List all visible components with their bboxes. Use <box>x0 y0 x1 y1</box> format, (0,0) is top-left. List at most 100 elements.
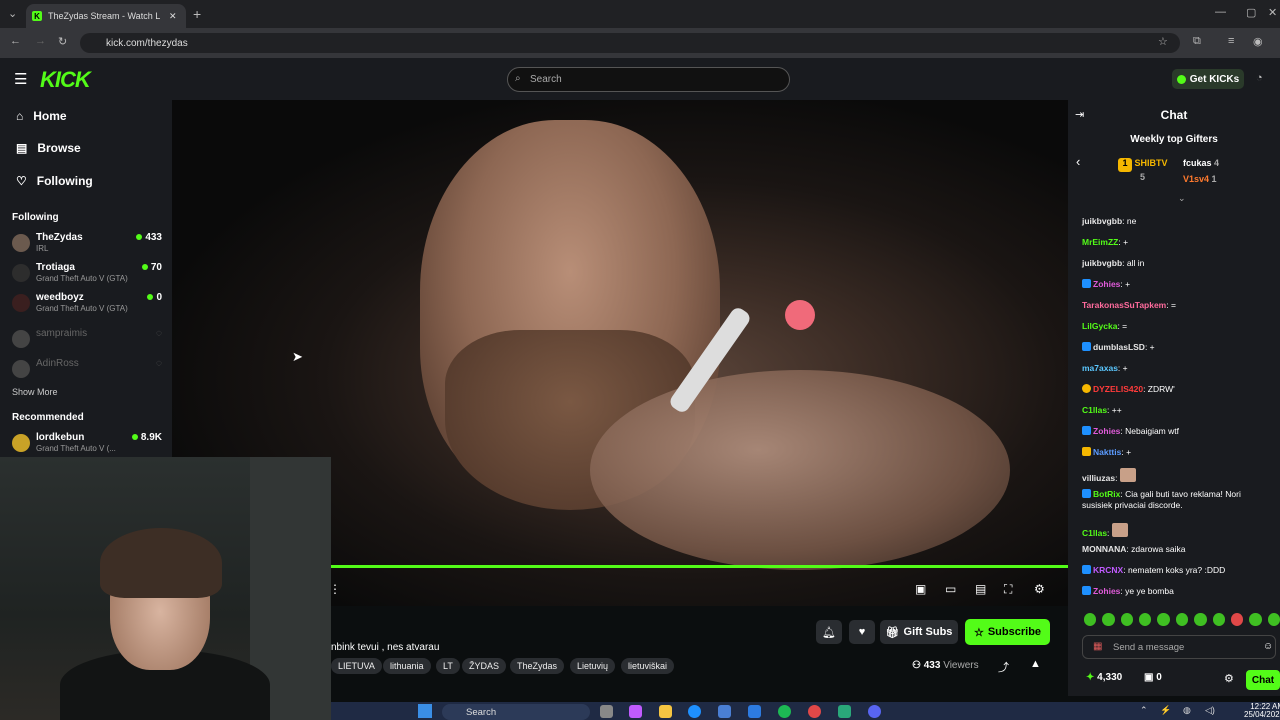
task-view-icon[interactable] <box>600 705 613 718</box>
close-window-icon[interactable]: ✕ <box>1268 6 1277 19</box>
chrome-icon[interactable] <box>808 705 821 718</box>
gift-subs-button[interactable]: 🎁︎ Gift Subs <box>880 620 958 644</box>
profile-icon[interactable]: ◉ <box>1253 35 1263 48</box>
copilot-icon[interactable] <box>629 705 642 718</box>
tag-chip[interactable]: lietuviškai <box>621 658 675 674</box>
search-placeholder: Search <box>530 74 562 85</box>
back-icon[interactable]: ← <box>10 35 21 47</box>
gifter-entry[interactable]: fcukas 4 <box>1183 158 1219 168</box>
emoji-picker-icon[interactable]: ☺ <box>1263 641 1273 652</box>
expand-gifters-icon[interactable]: ⌄ <box>1178 193 1186 204</box>
emote-icon[interactable] <box>1139 613 1152 626</box>
emote-icon[interactable] <box>1120 613 1134 626</box>
follow-button[interactable]: ♥ <box>849 620 875 644</box>
recommended-channel-lordkebun[interactable]: lordkebun Grand Theft Auto V (... 8.9K <box>12 432 162 458</box>
emote-icon[interactable] <box>1102 613 1115 626</box>
tag-chip[interactable]: TheZydas <box>510 658 565 674</box>
edge-icon[interactable] <box>688 705 701 718</box>
points-icon: ✦ <box>1086 672 1095 683</box>
address-bar[interactable]: kick.com/thezydas <box>80 33 1180 53</box>
emote-bar[interactable] <box>1084 613 1280 627</box>
search-input[interactable]: Search <box>507 67 790 92</box>
video-progress-bar[interactable] <box>331 565 1068 568</box>
extensions-icon[interactable]: ⧉ <box>1193 35 1201 48</box>
tag-chip[interactable]: ŽYDAS <box>462 658 507 674</box>
discord-icon[interactable] <box>868 705 881 718</box>
store-icon[interactable] <box>718 705 731 718</box>
miniplayer-icon[interactable]: ▣ <box>915 582 926 596</box>
tab-list-icon[interactable]: ⌄ <box>8 7 17 20</box>
tag-chip[interactable]: LIETUVA <box>331 658 382 674</box>
kick-logo[interactable]: KICK <box>40 67 91 93</box>
channel-points[interactable]: ✦ 4,330 <box>1086 672 1122 683</box>
following-channel-thezydas[interactable]: TheZydas IRL 433 <box>12 232 162 258</box>
bookmark-star-icon[interactable]: ☆ <box>1158 35 1168 48</box>
chevron-left-icon[interactable]: ‹ <box>1076 154 1080 169</box>
emote-icon[interactable] <box>1212 613 1225 626</box>
get-kicks-button[interactable]: Get KICKs <box>1172 69 1244 89</box>
chat-message: BotRix: Cia gali buti tavo reklama! Nori… <box>1082 489 1241 510</box>
minimize-icon[interactable]: — <box>1215 6 1226 18</box>
emote-icon[interactable] <box>1175 613 1189 626</box>
menu-icon[interactable]: ☰ <box>14 70 27 88</box>
sidebar-item-browse[interactable]: ▤ Browse <box>16 141 81 155</box>
home-label: Home <box>33 109 67 123</box>
spotify-icon[interactable] <box>778 705 791 718</box>
following-channel-adinross[interactable]: AdinRoss ◌ <box>12 358 162 384</box>
app-icon[interactable] <box>838 705 851 718</box>
tag-chip[interactable]: lithuania <box>383 658 431 674</box>
emote-icon[interactable] <box>1267 613 1280 626</box>
browser-tab[interactable]: K TheZydas Stream - Watch L ✕ <box>26 4 186 28</box>
sidebar-item-following[interactable]: ♡ Following <box>16 174 93 188</box>
tag-chip[interactable]: Lietuvių <box>570 658 616 674</box>
gifter-entry[interactable]: 1 SHIBTV <box>1118 158 1168 172</box>
microphone-icon[interactable]: ◍ <box>1183 705 1191 716</box>
subscribe-button[interactable]: ☆ Subscribe <box>965 619 1050 645</box>
show-more-link[interactable]: Show More <box>12 387 58 397</box>
tag-chip[interactable]: LT <box>436 658 460 674</box>
clip-icon[interactable]: ▭ <box>945 582 956 596</box>
notification-bell-button[interactable]: 🔔︎ <box>816 620 842 644</box>
taskbar-clock[interactable]: 12:22 AM 25/04/2025 <box>1244 703 1280 719</box>
windows-start-icon[interactable] <box>418 704 432 718</box>
file-explorer-icon[interactable] <box>659 705 672 718</box>
avatar <box>12 330 30 348</box>
search-icon: ⌕ <box>515 73 521 84</box>
volume-icon[interactable]: ◁) <box>1205 705 1215 716</box>
following-channel-trotiaga[interactable]: Trotiaga Grand Theft Auto V (GTA) 70 <box>12 262 162 288</box>
emote-icon[interactable] <box>1084 613 1097 626</box>
gifter-entry[interactable]: V1sv4 1 <box>1183 174 1217 184</box>
heart-icon: ♥ <box>858 626 866 638</box>
sidebar-panel-icon[interactable]: ≡ <box>1228 35 1234 47</box>
streamer-video-pen-tip <box>785 300 815 330</box>
network-icon[interactable]: ⚡ <box>1160 705 1171 716</box>
channel-category: Grand Theft Auto V (GTA) <box>36 304 128 313</box>
tray-overflow-icon[interactable]: ⌃ <box>1140 705 1148 716</box>
new-tab-icon[interactable]: + <box>193 6 201 22</box>
mail-icon[interactable] <box>748 705 761 718</box>
user-menu-icon[interactable]: ◔ <box>1256 72 1263 84</box>
emote-icon[interactable] <box>1230 613 1244 626</box>
share-icon[interactable]: ⤴ <box>998 659 1009 675</box>
taskbar-search[interactable]: Search <box>442 704 590 720</box>
theater-mode-icon[interactable]: ▤ <box>975 582 986 596</box>
restore-icon[interactable]: ▢ <box>1246 6 1256 19</box>
following-channel-weedboyz[interactable]: weedboyz Grand Theft Auto V (GTA) 0 <box>12 292 162 318</box>
gear-icon[interactable]: ⚙ <box>1034 582 1045 596</box>
forward-icon[interactable]: → <box>35 35 46 47</box>
chat-message-input[interactable]: Send a message <box>1082 635 1276 659</box>
close-tab-icon[interactable]: ✕ <box>169 11 177 22</box>
emote-icon[interactable] <box>1194 613 1207 626</box>
sidebar-item-home[interactable]: ⌂ Home <box>16 109 67 123</box>
reload-icon[interactable]: ↻ <box>58 35 67 48</box>
gifts-counter[interactable]: ▣ 0 <box>1144 672 1162 683</box>
emote-icon[interactable] <box>1249 613 1262 626</box>
gift-box-icon: ▣ <box>1144 672 1154 683</box>
following-channel-sampraimis[interactable]: sampraimis ◌ <box>12 328 162 354</box>
report-icon[interactable]: ▲ <box>1030 658 1041 670</box>
emote-icon[interactable] <box>1157 613 1170 626</box>
chat-settings-icon[interactable]: ⚙ <box>1224 672 1234 685</box>
send-chat-button[interactable]: Chat <box>1246 670 1280 690</box>
gifter-count: 4 <box>1214 158 1220 168</box>
fullscreen-icon[interactable]: ⛶ <box>1004 582 1012 597</box>
